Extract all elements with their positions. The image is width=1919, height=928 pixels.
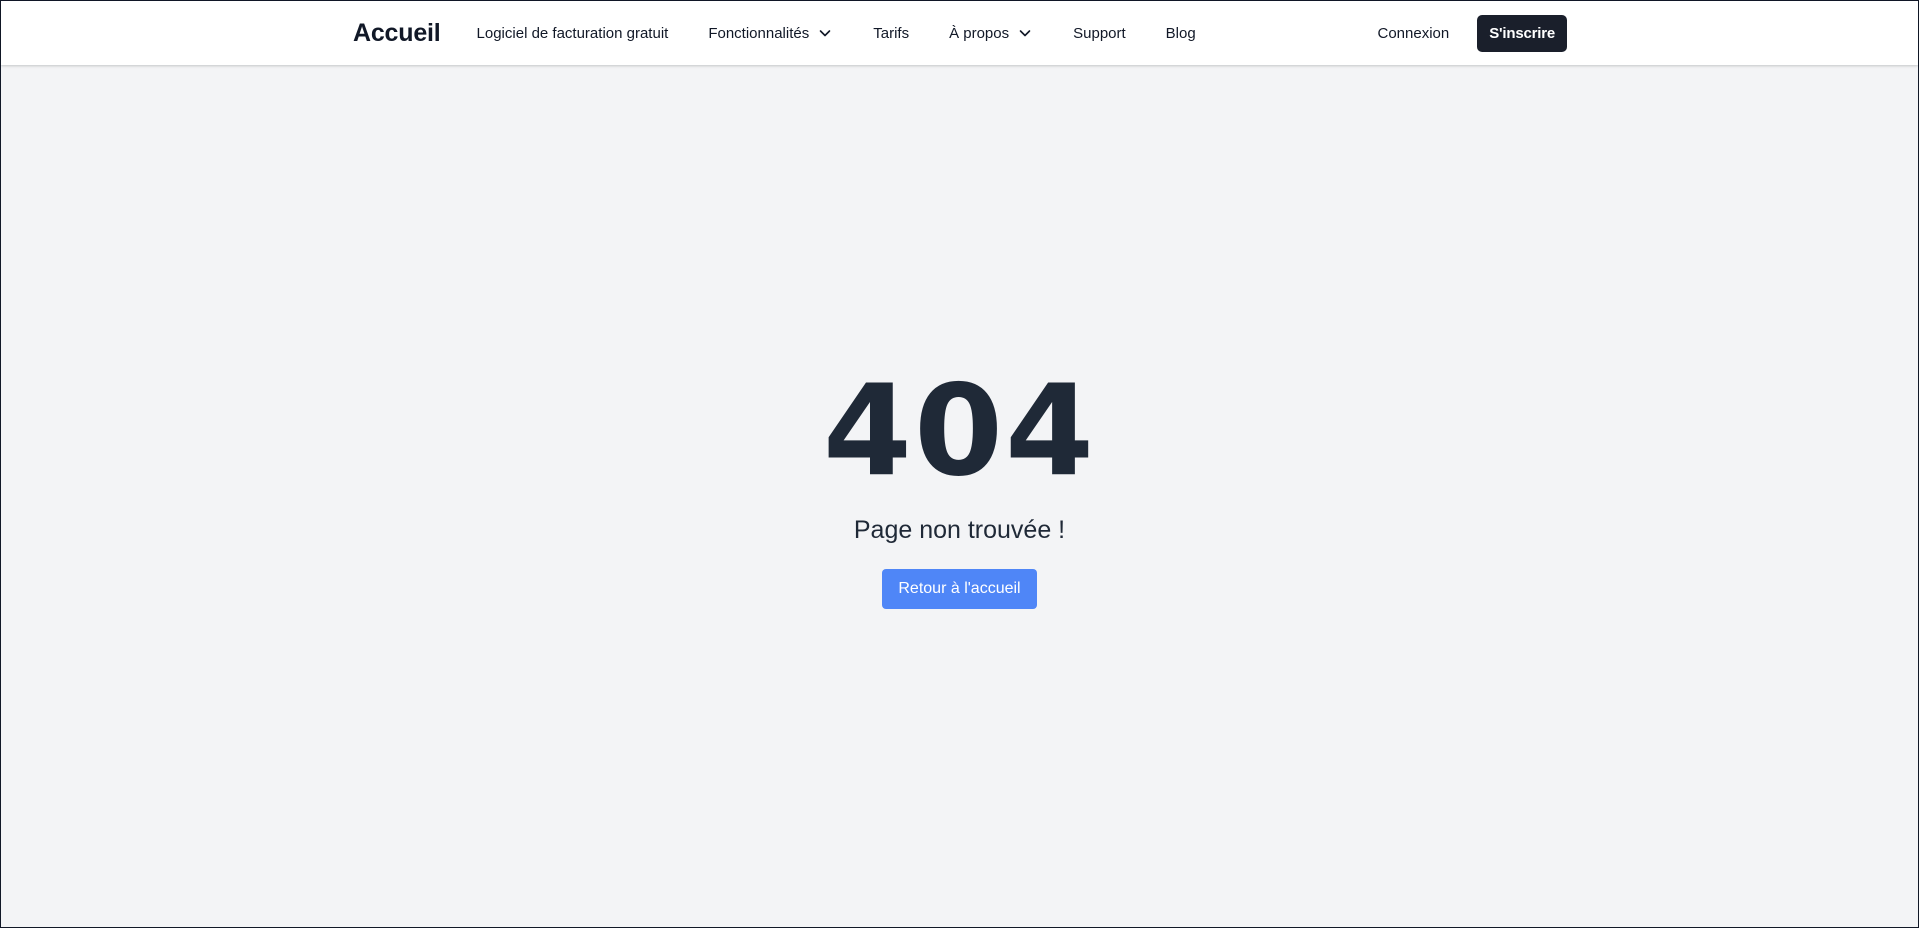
nav-link-about[interactable]: À propos (949, 25, 1033, 42)
auth-actions: Connexion S'inscrire (1378, 14, 1567, 52)
error-code: 404 (822, 358, 1097, 505)
chevron-down-icon (817, 25, 833, 41)
signup-button[interactable]: S'inscrire (1477, 14, 1567, 52)
login-link[interactable]: Connexion (1378, 25, 1450, 42)
nav-link-blog[interactable]: Blog (1166, 25, 1196, 42)
top-navbar: Accueil Logiciel de facturation gratuit … (1, 1, 1918, 65)
main-content: 404 Page non trouvée ! Retour à l'accuei… (1, 65, 1918, 927)
nav-link-label: Blog (1165, 24, 1196, 42)
error-panel: 404 Page non trouvée ! Retour à l'accuei… (1, 368, 1918, 609)
nav-link-label: Fonctionnalités (708, 24, 810, 42)
chevron-down-icon (1017, 25, 1033, 41)
nav-link-label: À propos (949, 24, 1010, 42)
back-home-button[interactable]: Retour à l'accueil (882, 569, 1037, 609)
nav-link-pricing[interactable]: Tarifs (873, 25, 909, 42)
nav-link-features[interactable]: Fonctionnalités (708, 25, 833, 42)
nav-link-support[interactable]: Support (1073, 25, 1126, 42)
error-message: Page non trouvée ! (853, 516, 1066, 544)
brand-home-link[interactable]: Accueil (353, 19, 441, 48)
navbar-inner: Accueil Logiciel de facturation gratuit … (353, 1, 1567, 65)
nav-link-free-invoicing[interactable]: Logiciel de facturation gratuit (477, 25, 669, 42)
nav-link-label: Logiciel de facturation gratuit (476, 24, 669, 42)
primary-nav: Accueil Logiciel de facturation gratuit … (353, 19, 1196, 48)
nav-link-label: Support (1073, 24, 1126, 42)
nav-link-label: Tarifs (873, 24, 910, 42)
